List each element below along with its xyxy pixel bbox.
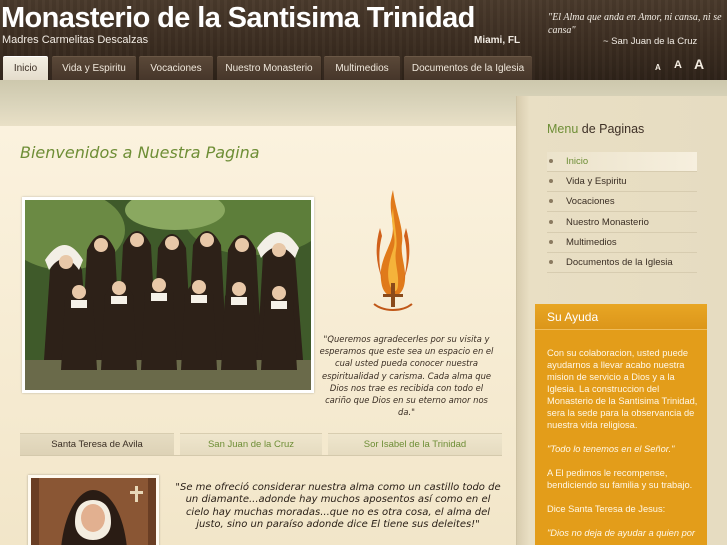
- help-title: Su Ayuda: [535, 304, 707, 330]
- flame-cross-logo: [373, 190, 413, 311]
- nav-item-multimedios[interactable]: Multimedios: [324, 56, 400, 80]
- santa-teresa-quote: "Se me ofreció considerar nuestra alma c…: [175, 482, 501, 531]
- tab-divider: [20, 455, 502, 456]
- help-paragraph: Con su colaboracion, usted puede ayudarn…: [547, 348, 698, 430]
- sidebar-item-label: Vida y Espiritu: [566, 176, 627, 187]
- nav-item-vida-y-espiritu[interactable]: Vida y Espiritu: [52, 56, 136, 80]
- sidebar-menu-title: Menu de Paginas: [547, 122, 644, 136]
- font-size-small-button[interactable]: A: [655, 63, 661, 72]
- font-size-medium-button[interactable]: A: [674, 59, 682, 71]
- help-text: Con su colaboracion, usted puede ayudarn…: [547, 347, 699, 545]
- nuns-illustration: [25, 200, 311, 390]
- sidebar-item-label: Nuestro Monasterio: [566, 217, 649, 228]
- site-title[interactable]: Monasterio de la Santisima Trinidad: [1, 2, 475, 35]
- sidebar-item-label: Vocaciones: [566, 196, 615, 207]
- sidebar-item-inicio[interactable]: Inicio: [547, 152, 697, 172]
- sidebar-item-label: Documentos de la Iglesia: [566, 257, 673, 268]
- help-paragraph: A El pedimos le recompense, bendiciendo …: [547, 468, 693, 490]
- santa-teresa-image: [31, 478, 156, 545]
- bullet-icon: [549, 220, 553, 224]
- header-quote-author: ~ San Juan de la Cruz: [603, 36, 698, 47]
- portrait-illustration: [31, 478, 156, 545]
- help-paragraph: Dice Santa Teresa de Jesus:: [547, 504, 666, 514]
- nuns-photo: [22, 197, 314, 393]
- menu-title-first-word: Menu: [547, 122, 579, 136]
- font-size-large-button[interactable]: A: [694, 56, 704, 72]
- tab-santa-teresa[interactable]: Santa Teresa de Avila: [20, 433, 174, 455]
- header-quote: "El Alma que anda en Amor, ni cansa, ni …: [548, 12, 722, 36]
- bullet-icon: [549, 179, 553, 183]
- sidebar-item-vocaciones[interactable]: Vocaciones: [547, 192, 697, 212]
- site-location: Miami, FL: [474, 35, 521, 46]
- santa-teresa-portrait: [28, 475, 159, 545]
- page-title: Bienvenidos a Nuestra Pagina: [20, 143, 260, 162]
- intro-text: "Queremos agradecerles por su visita y e…: [319, 334, 494, 418]
- tab-san-juan[interactable]: San Juan de la Cruz: [180, 433, 322, 455]
- sidebar-item-label: Multimedios: [566, 237, 617, 248]
- sidebar-item-label: Inicio: [566, 156, 589, 167]
- sidebar-item-nuestro-monasterio[interactable]: Nuestro Monasterio: [547, 213, 697, 233]
- saints-tabs: Santa Teresa de Avila San Juan de la Cru…: [20, 433, 502, 455]
- sidebar-item-multimedios[interactable]: Multimedios: [547, 233, 697, 253]
- help-paragraph: "Todo lo tenemos en el Señor.": [547, 444, 675, 454]
- tab-sor-isabel[interactable]: Sor Isabel de la Trinidad: [328, 433, 502, 455]
- site-subtitle: Madres Carmelitas Descalzas: [2, 34, 149, 46]
- sidebar-item-vida-y-espiritu[interactable]: Vida y Espiritu: [547, 172, 697, 192]
- help-paragraph: "Dios no deja de ayudar a quien por: [547, 528, 696, 538]
- nav-item-inicio[interactable]: Inicio: [3, 56, 48, 80]
- bullet-icon: [549, 260, 553, 264]
- bullet-icon: [549, 240, 553, 244]
- sidebar-item-documentos[interactable]: Documentos de la Iglesia: [547, 253, 697, 273]
- menu-title-rest: de Paginas: [578, 122, 645, 136]
- nav-item-nuestro-monasterio[interactable]: Nuestro Monasterio: [217, 56, 321, 80]
- nav-item-documentos[interactable]: Documentos de la Iglesia: [404, 56, 532, 80]
- bullet-icon: [549, 199, 553, 203]
- bullet-icon: [549, 159, 553, 163]
- nav-item-vocaciones[interactable]: Vocaciones: [139, 56, 213, 80]
- nuns-photo-image: [25, 200, 311, 390]
